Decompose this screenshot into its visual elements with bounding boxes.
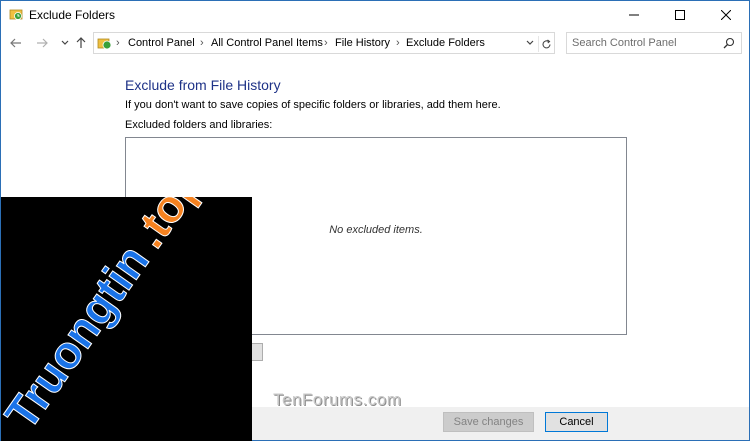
page-title: Exclude from File History — [125, 77, 281, 93]
chevron-down-icon[interactable] — [524, 37, 536, 49]
refresh-button[interactable] — [538, 36, 554, 52]
recent-locations-button[interactable] — [58, 36, 72, 50]
breadcrumb-separator: › — [396, 37, 400, 49]
arrow-up-icon — [76, 37, 86, 48]
list-label: Excluded folders and libraries: — [125, 119, 273, 131]
maximize-icon — [675, 10, 685, 20]
minimize-button[interactable] — [611, 1, 657, 29]
up-button[interactable] — [74, 36, 88, 50]
search-box[interactable] — [566, 32, 742, 54]
title-bar[interactable]: Exclude Folders — [1, 1, 749, 29]
search-icon[interactable] — [723, 37, 735, 49]
window-title: Exclude Folders — [29, 8, 116, 22]
breadcrumb-separator: › — [200, 37, 204, 49]
control-panel-icon — [97, 38, 112, 50]
breadcrumb-control-panel[interactable]: Control Panel — [128, 37, 195, 49]
breadcrumb-all-items[interactable]: All Control Panel Items — [211, 37, 323, 49]
arrow-right-icon — [37, 38, 48, 48]
page-description: If you don't want to save copies of spec… — [125, 99, 501, 111]
close-icon — [721, 10, 731, 20]
svg-text:.top: .top — [122, 197, 213, 257]
save-changes-button[interactable]: Save changes — [443, 412, 534, 432]
truongtin-logo: Truongtin .top — [1, 197, 213, 439]
search-input[interactable] — [572, 36, 717, 50]
folder-history-icon — [9, 9, 23, 20]
maximize-button[interactable] — [657, 1, 703, 29]
refresh-icon — [542, 39, 551, 48]
back-button[interactable] — [9, 36, 23, 50]
breadcrumb-separator: › — [116, 37, 120, 49]
svg-text:Truongtin: Truongtin — [1, 235, 159, 439]
cancel-button[interactable]: Cancel — [545, 412, 608, 432]
address-bar[interactable]: › Control Panel › All Control Panel Item… — [93, 32, 555, 54]
chevron-down-icon — [61, 40, 69, 45]
logo-overlay: Truongtin .top — [1, 197, 252, 441]
close-button[interactable] — [703, 1, 749, 29]
breadcrumb-file-history[interactable]: File History — [335, 37, 390, 49]
breadcrumb-separator: › — [324, 37, 328, 49]
navigation-bar: › Control Panel › All Control Panel Item… — [1, 29, 749, 57]
app-window: Exclude Folders › Control Panel › All Co… — [0, 0, 750, 441]
forward-button[interactable] — [35, 36, 49, 50]
breadcrumb-exclude-folders[interactable]: Exclude Folders — [406, 37, 485, 49]
arrow-left-icon — [10, 38, 21, 48]
minimize-icon — [629, 14, 639, 16]
